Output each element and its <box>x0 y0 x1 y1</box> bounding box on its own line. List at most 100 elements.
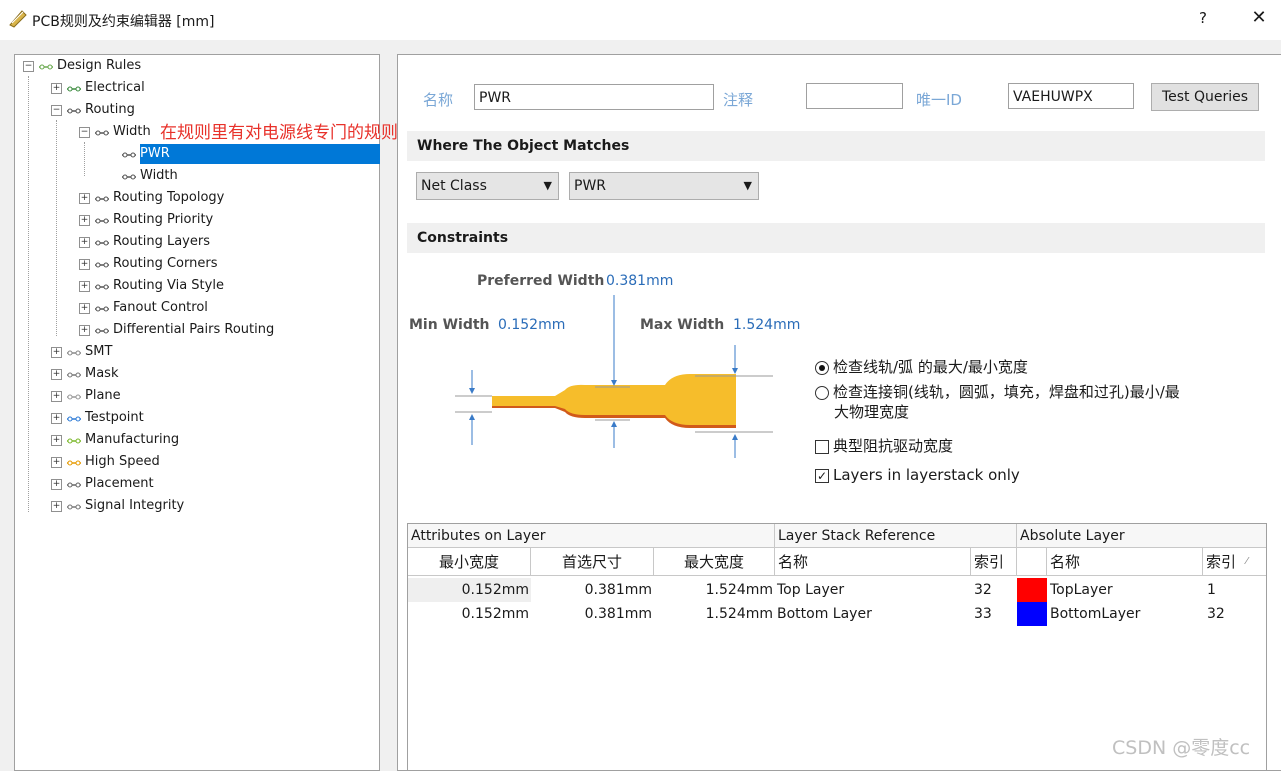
expand-icon[interactable]: + <box>79 280 90 292</box>
col-stack-index[interactable]: 索引 <box>971 548 1017 576</box>
tree-item[interactable]: + Signal Integrity <box>51 496 184 516</box>
tree-item[interactable]: Width <box>107 166 178 186</box>
col-max-width[interactable]: 最大宽度 <box>654 548 775 576</box>
radio-selected-icon[interactable] <box>815 360 829 375</box>
expand-icon[interactable]: + <box>51 434 62 446</box>
tree-item[interactable]: + High Speed <box>51 452 160 472</box>
col-color[interactable] <box>1017 548 1047 576</box>
table-cell-min[interactable]: 0.152mm <box>408 578 529 602</box>
table-cell-abs-name[interactable]: TopLayer <box>1050 578 1200 602</box>
layerstack-only-option[interactable]: ✓ Layers in layerstack only <box>815 466 1020 484</box>
tree-item-label: Placement <box>85 476 154 491</box>
col-stack-name[interactable]: 名称 <box>775 548 971 576</box>
expand-icon[interactable]: + <box>79 236 90 248</box>
table-cell-abs-idx[interactable]: 32 <box>1207 602 1257 626</box>
radio-unselected-icon[interactable] <box>815 385 829 400</box>
table-cell-min[interactable]: 0.152mm <box>408 602 529 626</box>
group-header-stack: Layer Stack Reference <box>775 524 1017 548</box>
tree-item-label: High Speed <box>85 454 160 469</box>
close-button[interactable]: ✕ <box>1246 7 1272 31</box>
tree-item-label: Width <box>113 124 151 139</box>
title-bar: PCB规则及约束编辑器 [mm] ? ✕ <box>0 0 1281 40</box>
test-queries-button[interactable]: Test Queries <box>1151 83 1259 111</box>
signal-integrity-icon <box>66 500 82 512</box>
expand-icon[interactable]: + <box>51 390 62 402</box>
col-preferred-size[interactable]: 首选尺寸 <box>531 548 654 576</box>
net-class-combo[interactable]: PWR ▼ <box>569 172 759 200</box>
checkbox-unchecked-icon[interactable] <box>815 439 829 454</box>
help-button[interactable]: ? <box>1190 9 1216 31</box>
collapse-icon[interactable]: − <box>23 60 34 72</box>
uid-label: 唯一ID <box>916 91 962 109</box>
col-abs-name[interactable]: 名称 <box>1047 548 1203 576</box>
tree-item[interactable]: + Manufacturing <box>51 430 179 450</box>
tree-item-label: Design Rules <box>57 58 142 73</box>
expand-icon[interactable]: + <box>51 500 62 512</box>
comment-field[interactable] <box>806 83 903 109</box>
preferred-width-value[interactable]: 0.381mm <box>606 273 673 289</box>
expand-icon[interactable]: + <box>79 302 90 314</box>
window-title: PCB规则及约束编辑器 [mm] <box>32 14 215 30</box>
collapse-icon[interactable]: − <box>51 104 62 116</box>
table-cell-abs-idx[interactable]: 1 <box>1207 578 1257 602</box>
tree-item[interactable]: + Electrical <box>51 78 145 98</box>
table-cell-stack-name[interactable]: Top Layer <box>777 578 967 602</box>
expand-icon[interactable]: + <box>79 324 90 336</box>
table-cell-pref[interactable]: 0.381mm <box>531 578 652 602</box>
table-cell-max[interactable]: 1.524mm <box>654 602 773 626</box>
col-min-width[interactable]: 最小宽度 <box>408 548 531 576</box>
tree-item[interactable]: − Routing <box>51 100 135 120</box>
table-cell-stack-idx[interactable]: 33 <box>974 602 1014 626</box>
tree-item[interactable]: + Differential Pairs Routing <box>79 320 274 340</box>
table-cell-max[interactable]: 1.524mm <box>654 578 773 602</box>
check-copper-width-option[interactable]: 检查连接铜(线轨，圆弧，填充，焊盘和过孔)最小/最 大物理宽度 <box>815 382 1180 422</box>
manufacturing-icon <box>66 434 82 446</box>
tree-item[interactable]: + Routing Via Style <box>79 276 224 296</box>
tree-item[interactable]: + Routing Layers <box>79 232 210 252</box>
table-row[interactable]: 0.152mm 0.381mm 1.524mm Bottom Layer 33 Botto… <box>408 602 1266 626</box>
tree-item-label: SMT <box>85 344 113 359</box>
tree-item[interactable]: + Routing Topology <box>79 188 224 208</box>
tree-item[interactable]: + Fanout Control <box>79 298 208 318</box>
expand-icon[interactable]: + <box>51 346 62 358</box>
group-header-absolute: Absolute Layer <box>1017 524 1266 548</box>
impedance-width-option[interactable]: 典型阻抗驱动宽度 <box>815 435 953 456</box>
expand-icon[interactable]: + <box>51 82 62 94</box>
impedance-width-label: 典型阻抗驱动宽度 <box>833 437 954 455</box>
tree-item[interactable]: + Routing Corners <box>79 254 217 274</box>
name-field[interactable]: PWR <box>474 84 714 110</box>
tree-item-label: Width <box>140 168 178 183</box>
check-track-width-option[interactable]: 检查线轨/弧 的最大/最小宽度 <box>815 356 1028 377</box>
tree-item[interactable]: + SMT <box>51 342 112 362</box>
expand-icon[interactable]: + <box>79 258 90 270</box>
expand-icon[interactable]: + <box>79 192 90 204</box>
tree-item[interactable]: − Width <box>79 122 151 142</box>
table-row[interactable]: 0.152mm 0.381mm 1.524mm Top Layer 32 TopLayer… <box>408 578 1266 602</box>
expand-icon[interactable]: + <box>51 456 62 468</box>
tree-item-selected[interactable]: PWR <box>107 144 380 164</box>
expand-icon[interactable]: + <box>51 412 62 424</box>
collapse-icon[interactable]: − <box>79 126 90 138</box>
table-cell-stack-idx[interactable]: 32 <box>974 578 1014 602</box>
tree-item-label: Plane <box>85 388 121 403</box>
tree-item[interactable]: + Mask <box>51 364 118 384</box>
tree-item[interactable]: + Plane <box>51 386 121 406</box>
expand-icon[interactable]: + <box>51 368 62 380</box>
tree-item[interactable]: − Design Rules <box>23 56 141 76</box>
object-type-combo[interactable]: Net Class ▼ <box>416 172 559 200</box>
col-abs-index[interactable]: 索引 <box>1203 548 1266 576</box>
uid-field[interactable]: VAEHUWPX <box>1008 83 1134 109</box>
table-cell-stack-name[interactable]: Bottom Layer <box>777 602 967 626</box>
check-copper-width-label-1: 检查连接铜(线轨，圆弧，填充，焊盘和过孔)最小/最 <box>833 383 1180 401</box>
watermark: CSDN @零度cc <box>1112 737 1251 759</box>
expand-icon[interactable]: + <box>51 478 62 490</box>
checkbox-checked-icon[interactable]: ✓ <box>815 468 829 483</box>
expand-icon[interactable]: + <box>79 214 90 226</box>
comment-label: 注释 <box>723 91 754 109</box>
table-cell-abs-name[interactable]: BottomLayer <box>1050 602 1200 626</box>
rule-icon <box>121 148 137 160</box>
table-cell-pref[interactable]: 0.381mm <box>531 602 652 626</box>
tree-item[interactable]: + Testpoint <box>51 408 144 428</box>
tree-item[interactable]: + Routing Priority <box>79 210 213 230</box>
tree-item[interactable]: + Placement <box>51 474 154 494</box>
